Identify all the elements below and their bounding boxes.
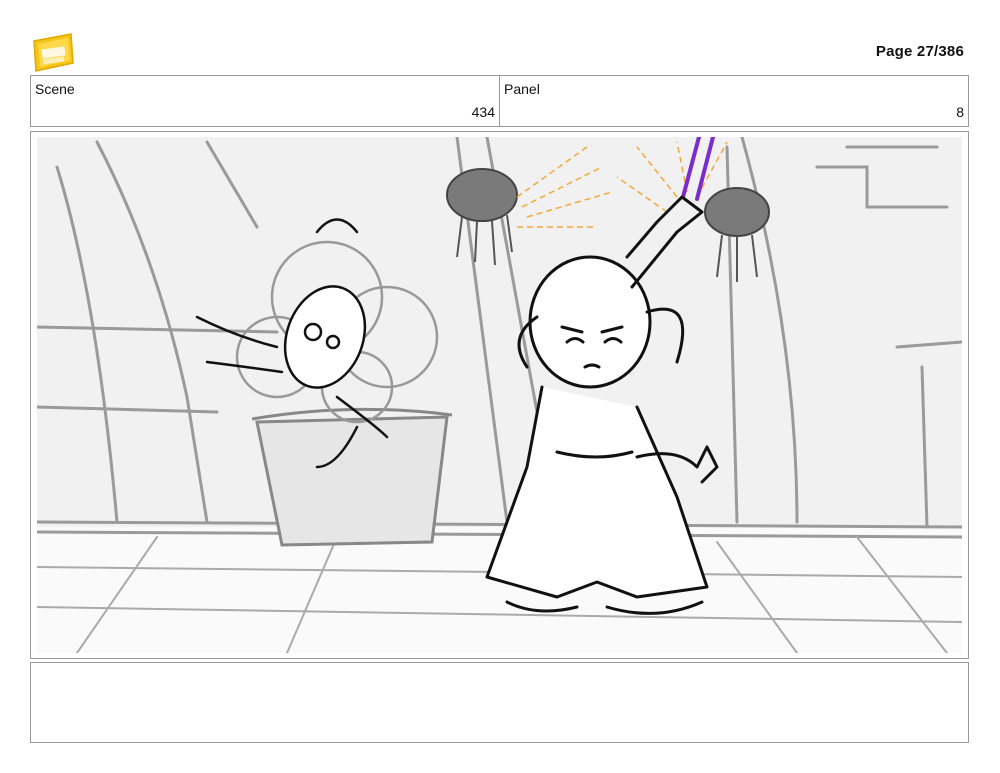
panel-label: Panel	[504, 81, 540, 97]
logo	[31, 31, 75, 73]
scene-label: Scene	[35, 81, 75, 97]
panel-cell: Panel 8	[499, 76, 968, 126]
scene-panel-info: Scene 434 Panel 8	[30, 75, 969, 127]
young-jedi-adventures-logo-icon	[33, 33, 74, 72]
page-number: Page 27/386	[876, 43, 964, 60]
panel-notes	[30, 662, 969, 743]
storyboard-frame	[30, 131, 969, 659]
panel-value: 8	[956, 104, 964, 120]
page-number-value: 27/386	[916, 43, 964, 60]
page-label: Page	[875, 43, 913, 60]
scene-cell: Scene 434	[31, 76, 499, 126]
storyboard-sketch	[37, 137, 962, 653]
scene-value: 434	[471, 104, 495, 120]
